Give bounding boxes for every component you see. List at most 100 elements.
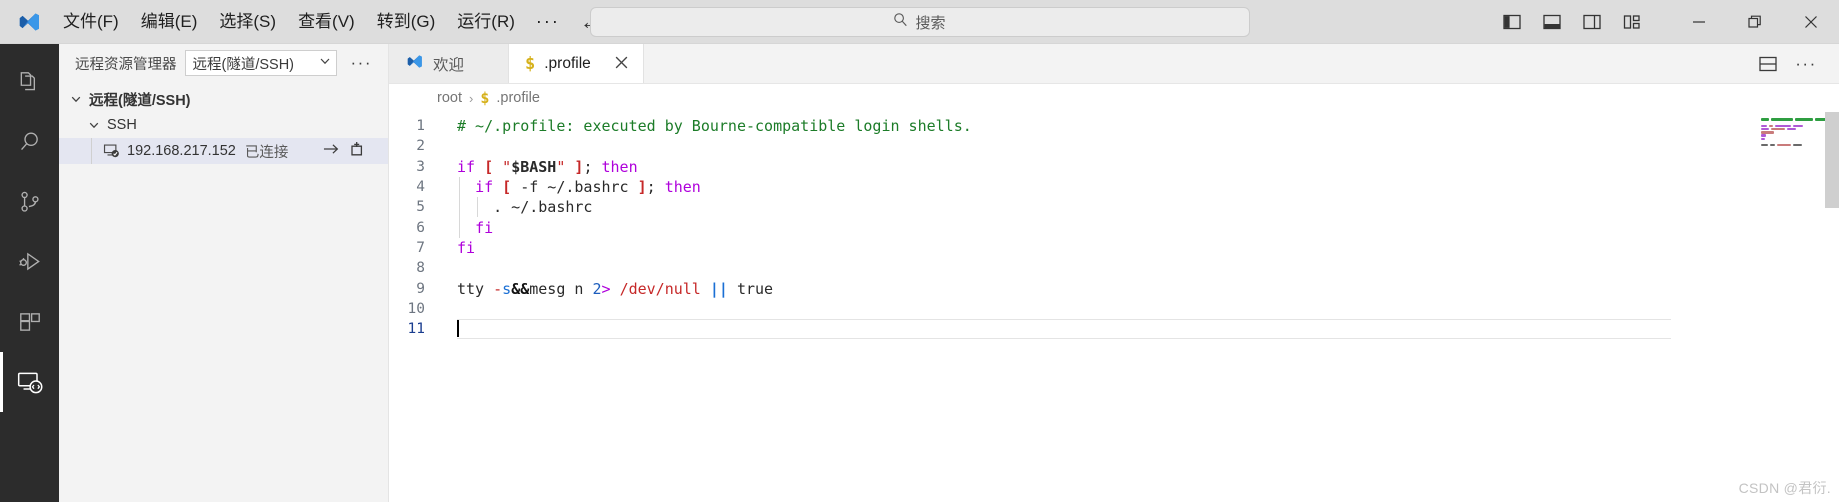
- search-icon: [893, 12, 908, 32]
- current-line-highlight: [457, 319, 1671, 340]
- code-token: ": [502, 157, 512, 176]
- sidebar-more-actions-button[interactable]: ···: [345, 53, 378, 73]
- layout-controls: [1495, 6, 1649, 38]
- editor-area: 欢迎 $ .profile ··· root › $ .profile 1 # …: [389, 44, 1839, 502]
- sidebar-item-search[interactable]: [0, 112, 59, 172]
- sidebar-item-run-and-debug[interactable]: [0, 232, 59, 292]
- arrow-right-icon[interactable]: [323, 142, 340, 160]
- extensions-icon: [17, 309, 43, 335]
- line-text: if [ -f ~/.bashrc ]; then: [447, 178, 701, 196]
- close-window-button[interactable]: [1783, 0, 1839, 44]
- code-token: ||: [709, 279, 728, 298]
- menu-file[interactable]: 文件(F): [52, 7, 130, 37]
- breadcrumb-root[interactable]: root: [437, 90, 462, 106]
- minimap-segment: [1769, 124, 1773, 128]
- minimap[interactable]: [1755, 112, 1839, 502]
- sidebar-item-source-control[interactable]: [0, 172, 59, 232]
- code-editor[interactable]: 1 # ~/.profile: executed by Bourne-compat…: [389, 112, 1839, 502]
- code-line: 5 . ~/.bashrc: [389, 197, 1755, 217]
- sidebar-item-remote-explorer[interactable]: [0, 352, 59, 412]
- restore-window-button[interactable]: [1727, 0, 1783, 44]
- tab-profile[interactable]: $ .profile: [509, 44, 644, 83]
- menu-selection[interactable]: 选择(S): [208, 7, 287, 37]
- menu-edit[interactable]: 编辑(E): [130, 7, 209, 37]
- code-content[interactable]: 1 # ~/.profile: executed by Bourne-compat…: [389, 112, 1755, 502]
- minimap-segment: [1793, 124, 1803, 128]
- remote-kind-dropdown[interactable]: 远程(隧道/SSH): [184, 50, 337, 76]
- editor-tab-bar: 欢迎 $ .profile ···: [389, 44, 1839, 84]
- toggle-panel-button[interactable]: [1535, 6, 1569, 38]
- title-bar-right: [1495, 0, 1839, 43]
- breadcrumb-file[interactable]: .profile: [496, 90, 540, 106]
- editor-scrollbar-slider[interactable]: [1825, 112, 1839, 208]
- tree-item-remote-tunnels-ssh[interactable]: 远程(隧道/SSH): [59, 86, 388, 112]
- menu-view[interactable]: 查看(V): [287, 7, 366, 37]
- shell-script-icon: $: [525, 53, 536, 74]
- close-icon[interactable]: [614, 55, 629, 73]
- vscode-logo-icon: [405, 52, 424, 76]
- line-text: # ~/.profile: executed by Bourne-compati…: [447, 117, 972, 135]
- tree-indent-guide: [91, 138, 92, 164]
- tree-item-label: 远程(隧道/SSH): [89, 92, 191, 109]
- minimap-segment: [1771, 118, 1793, 121]
- breadcrumb-separator: ›: [469, 90, 474, 106]
- debug-icon: [17, 249, 43, 275]
- breadcrumb: root › $ .profile: [389, 84, 1839, 112]
- split-editor-icon: [1759, 56, 1777, 72]
- minimap-segment: [1761, 134, 1766, 137]
- code-line: 2: [389, 136, 1755, 156]
- layout-sidebar-right-icon: [1583, 14, 1601, 30]
- editor-more-actions-button[interactable]: ···: [1789, 47, 1823, 81]
- minimap-segment: [1787, 127, 1796, 131]
- minimap-segment: [1761, 143, 1768, 147]
- toggle-secondary-sidebar-button[interactable]: [1575, 6, 1609, 38]
- line-number: 11: [407, 321, 425, 338]
- indent-guide: [477, 197, 478, 218]
- minimap-segment: [1761, 137, 1765, 140]
- code-token: $BASH: [511, 157, 557, 176]
- minimap-segment: [1795, 118, 1813, 121]
- sidebar-item-explorer[interactable]: [0, 52, 59, 112]
- customize-layout-button[interactable]: [1615, 6, 1649, 38]
- toggle-primary-sidebar-button[interactable]: [1495, 6, 1529, 38]
- side-bar: 远程资源管理器 远程(隧道/SSH) ··· 远程(隧道/SSH) SSH 19…: [59, 44, 389, 502]
- tree-item-label: 192.168.217.152: [127, 143, 236, 159]
- ellipsis-icon: ···: [1795, 53, 1817, 73]
- title-bar: 文件(F) 编辑(E) 选择(S) 查看(V) 转到(G) 运行(R) ··· …: [0, 0, 1839, 44]
- menu-bar: 文件(F) 编辑(E) 选择(S) 查看(V) 转到(G) 运行(R) ···: [52, 0, 570, 43]
- line-text: tty -s&&mesg n 2> /dev/null || true: [447, 280, 773, 298]
- code-token: tty: [457, 279, 485, 298]
- minimize-window-button[interactable]: [1671, 0, 1727, 44]
- command-center-placeholder: 搜索: [915, 14, 946, 32]
- source-control-icon: [17, 189, 43, 215]
- chevron-down-icon[interactable]: [85, 119, 103, 131]
- tree-item-host-192-168-217-152[interactable]: 192.168.217.152 已连接: [59, 138, 388, 164]
- tab-welcome[interactable]: 欢迎: [389, 44, 509, 83]
- code-token: [: [502, 178, 512, 197]
- code-token: 2: [592, 279, 602, 298]
- tree-item-ssh[interactable]: SSH: [59, 112, 388, 138]
- layout-sidebar-left-icon: [1503, 14, 1521, 30]
- command-center-search[interactable]: 搜索: [589, 7, 1250, 37]
- chevron-down-icon[interactable]: [67, 93, 85, 105]
- code-token: # ~/.profile: executed by Bourne-compati…: [457, 117, 972, 136]
- split-editor-right-button[interactable]: [1751, 47, 1785, 81]
- menu-go[interactable]: 转到(G): [366, 7, 447, 37]
- remote-tree: 远程(隧道/SSH) SSH 192.168.217.152 已连接: [59, 82, 388, 164]
- files-icon: [17, 69, 43, 95]
- menu-overflow-button[interactable]: ···: [526, 11, 570, 32]
- new-window-icon[interactable]: [350, 141, 366, 161]
- menu-run[interactable]: 运行(R): [446, 7, 526, 37]
- minimap-segment: [1793, 143, 1802, 147]
- restore-icon: [1748, 15, 1762, 29]
- sidebar-item-extensions[interactable]: [0, 292, 59, 352]
- code-token: if: [457, 157, 476, 176]
- line-number: 6: [416, 219, 425, 236]
- line-text: if [ "$BASH" ]; then: [447, 158, 638, 176]
